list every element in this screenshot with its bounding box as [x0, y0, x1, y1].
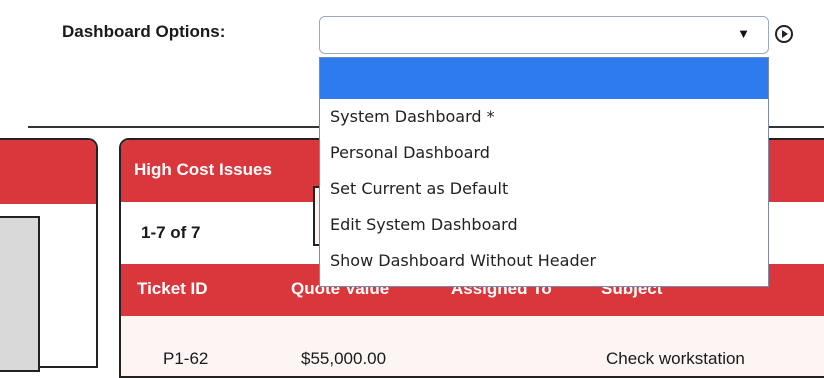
dashboard-options-label: Dashboard Options: [62, 22, 226, 41]
dropdown-arrow-icon[interactable]: ▼ [737, 26, 750, 41]
widget-title: High Cost Issues [134, 160, 272, 179]
record-count: 1-7 of 7 [141, 223, 201, 242]
column-ticket-id[interactable]: Ticket ID [137, 279, 208, 299]
dropdown-item-set-current-default[interactable]: Set Current as Default [320, 171, 768, 207]
left-panel-header [0, 140, 96, 204]
dashboard-options-select[interactable]: ▼ [319, 16, 769, 54]
table-row[interactable]: P1-62 $55,000.00 Check workstation [121, 316, 824, 376]
cell-ticket-id[interactable]: P1-62 [163, 349, 208, 369]
dropdown-item-edit-system-dashboard[interactable]: Edit System Dashboard [320, 207, 768, 243]
dashboard-options-dropdown[interactable]: System Dashboard * Personal Dashboard Se… [319, 57, 769, 287]
dropdown-item-blank[interactable] [320, 58, 768, 99]
dropdown-item-personal-dashboard[interactable]: Personal Dashboard [320, 135, 768, 171]
dropdown-item-show-without-header[interactable]: Show Dashboard Without Header [320, 243, 768, 279]
cell-quote-value: $55,000.00 [301, 349, 387, 368]
dropdown-item-system-dashboard[interactable]: System Dashboard * [320, 99, 768, 135]
go-icon[interactable] [775, 25, 793, 43]
left-panel [0, 138, 98, 372]
left-panel-scrollbar[interactable] [0, 216, 40, 372]
cell-subject: Check workstation [606, 349, 745, 368]
